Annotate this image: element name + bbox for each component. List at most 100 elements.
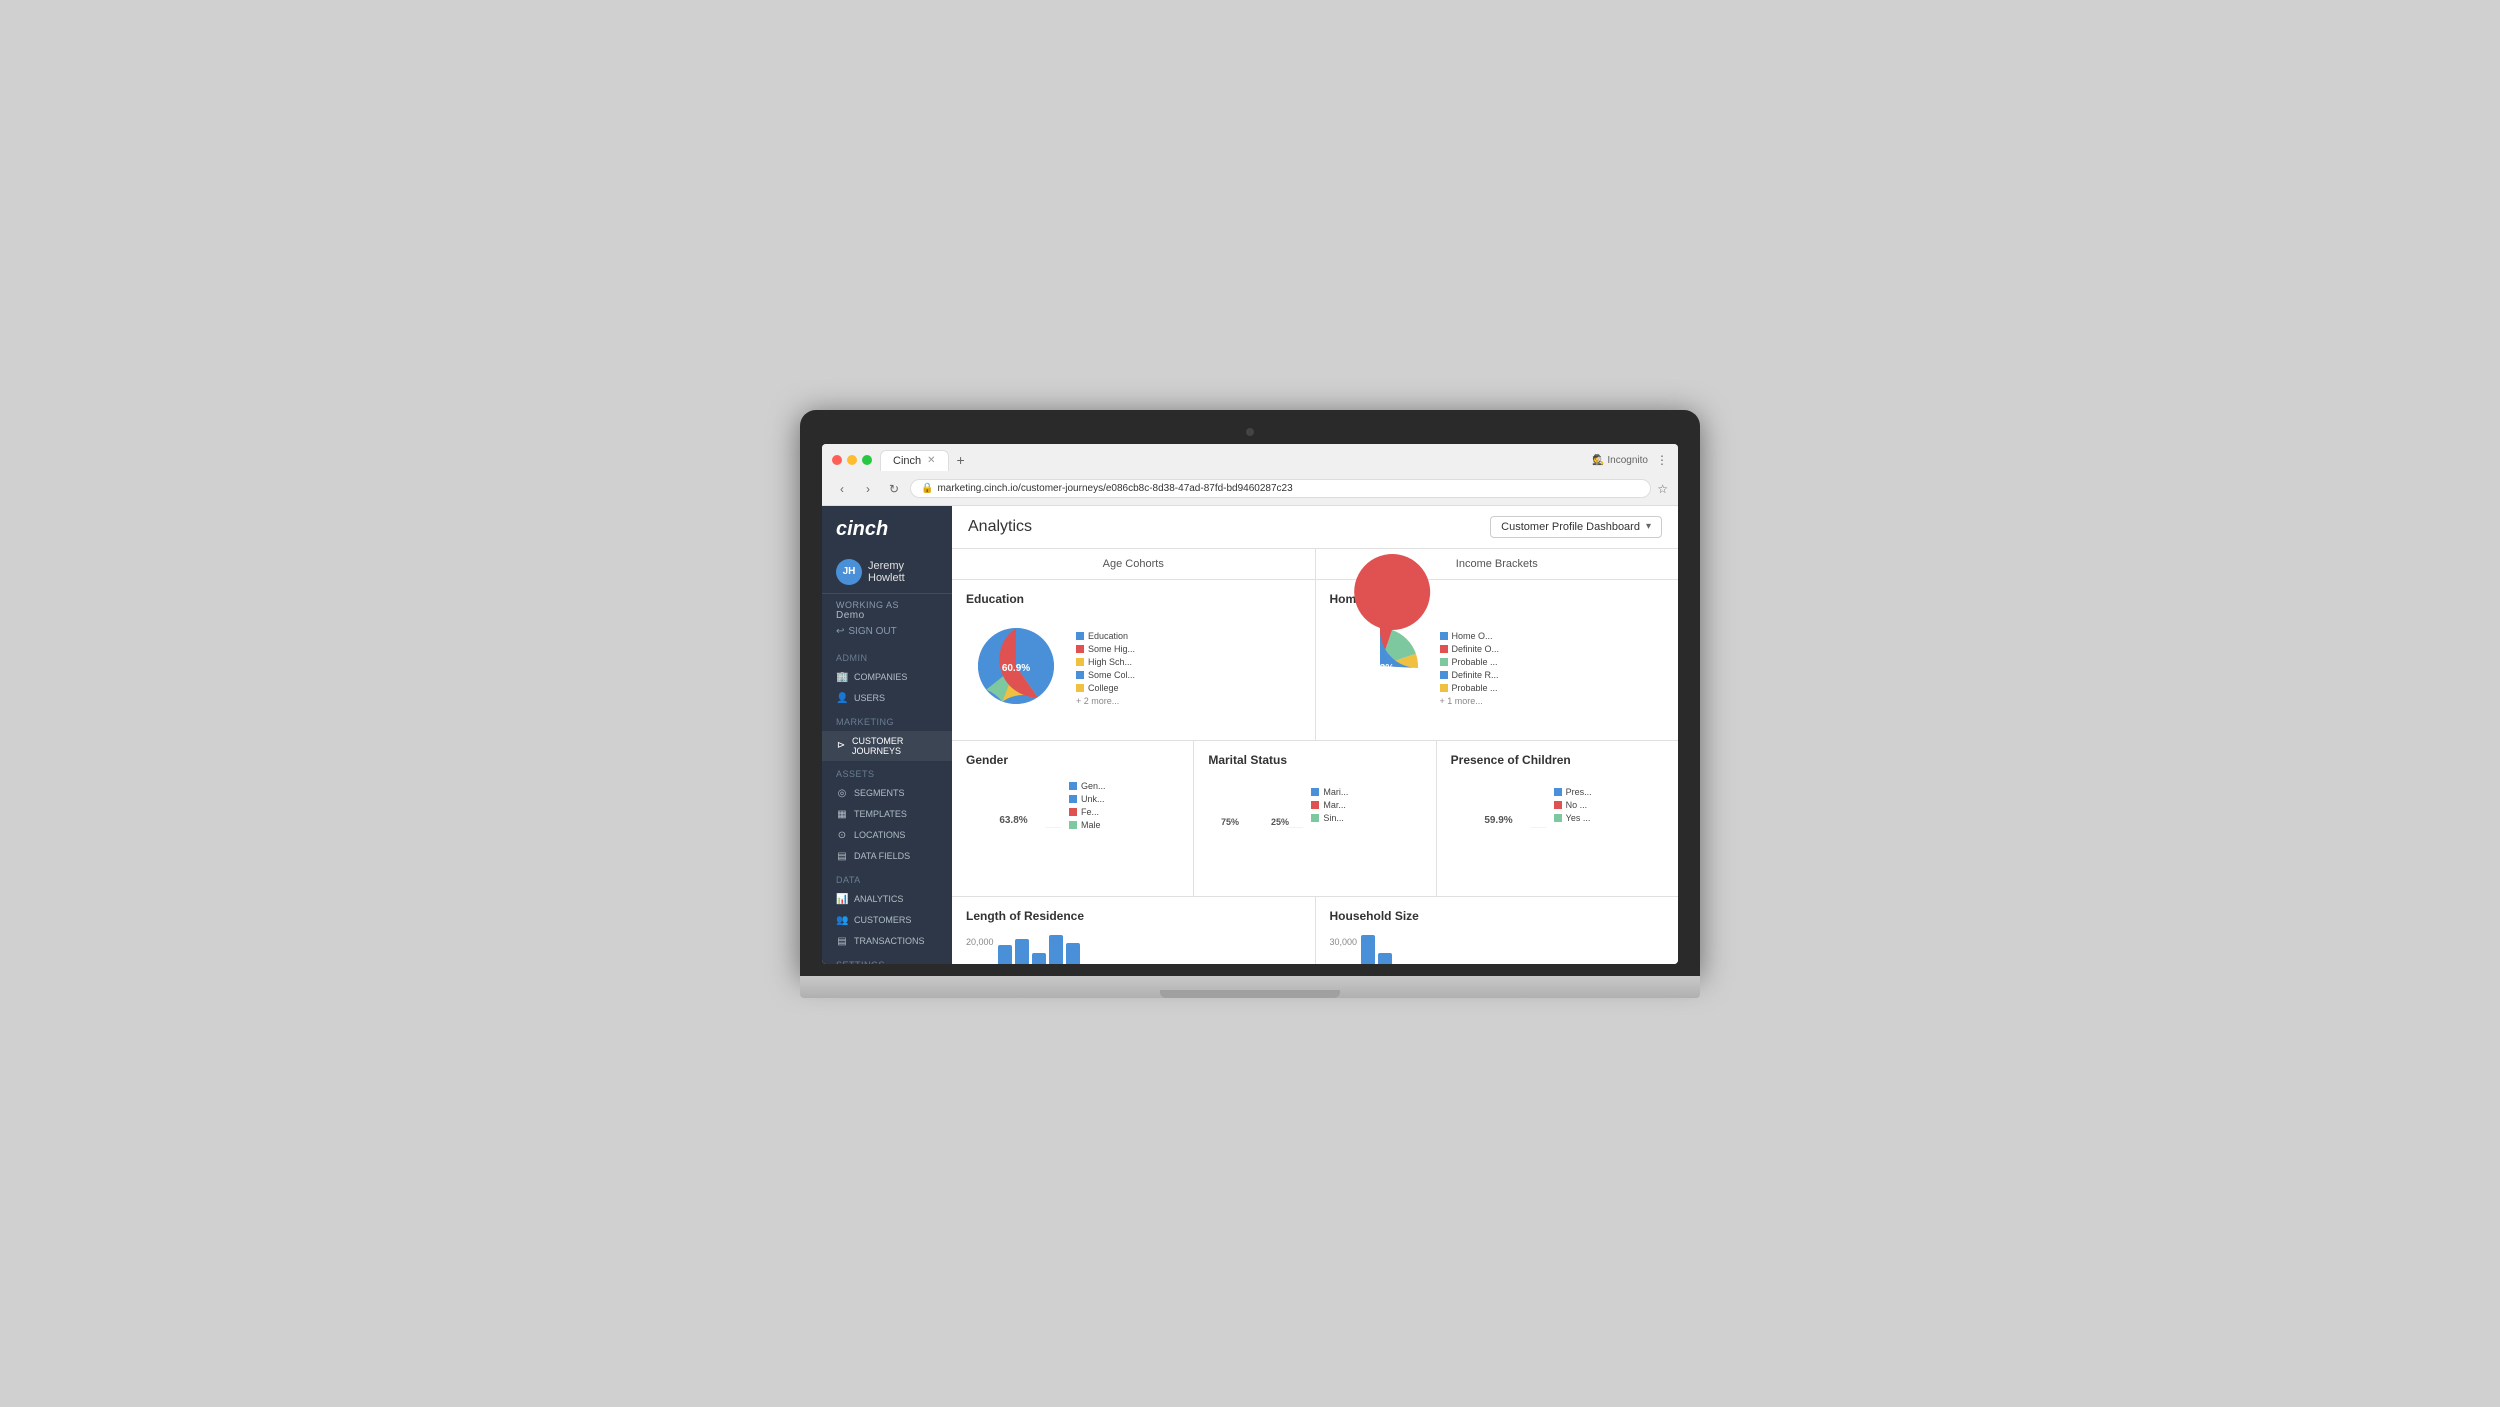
legend-label: Definite O... (1452, 644, 1500, 654)
browser-menu-button[interactable]: ⋮ (1656, 453, 1668, 467)
legend-item: Some Hig... (1076, 644, 1135, 654)
legend-color (1069, 808, 1077, 816)
demo-label: Demo (836, 610, 865, 621)
home-ownership-pie-svg: 82.3% (1330, 616, 1430, 716)
sidebar-item-analytics[interactable]: 📊 ANALYTICS (822, 889, 952, 910)
dashboard-selector[interactable]: Customer Profile Dashboard ▾ (1490, 516, 1662, 538)
legend-color (1440, 658, 1448, 666)
legend-item: Probable ... (1440, 683, 1500, 693)
legend-label: Fe... (1081, 807, 1099, 817)
sidebar-item-data-fields[interactable]: ▤ DATA FIELDS (822, 846, 952, 867)
legend-item: Male (1069, 820, 1106, 830)
bar-item (1032, 953, 1046, 964)
data-fields-icon: ▤ (836, 851, 848, 862)
legend-color (1076, 658, 1084, 666)
templates-label: TEMPLATES (854, 809, 907, 819)
minimize-button[interactable] (847, 455, 857, 465)
legend-label: Mar... (1323, 800, 1346, 810)
sidebar-item-customers[interactable]: 👥 CUSTOMERS (822, 910, 952, 931)
new-tab-button[interactable]: + (953, 452, 969, 468)
templates-icon: ▦ (836, 809, 848, 820)
sidebar-item-locations[interactable]: ⊙ LOCATIONS (822, 825, 952, 846)
bar-item (1378, 953, 1392, 964)
customer-journeys-icon: ⊳ (836, 740, 846, 751)
household-size-card: Household Size 30,000 (1316, 897, 1679, 964)
companies-label: COMPANIES (854, 672, 907, 682)
education-pie: 60.9% (966, 616, 1066, 721)
svg-text:63.8%: 63.8% (999, 815, 1027, 826)
refresh-button[interactable]: ↻ (884, 479, 904, 499)
legend-item: College (1076, 683, 1135, 693)
education-card: Education (952, 580, 1316, 740)
home-ownership-card: Home Ownership (1316, 580, 1679, 740)
bar-item (998, 945, 1012, 964)
maximize-button[interactable] (862, 455, 872, 465)
forward-button[interactable]: › (858, 479, 878, 499)
transactions-label: TRANSACTIONS (854, 936, 925, 946)
legend-label: Home O... (1452, 631, 1493, 641)
y-axis-label: 30,000 (1330, 937, 1358, 947)
legend-color (1554, 801, 1562, 809)
laptop-base (800, 976, 1700, 998)
app-logo: cinch (822, 506, 952, 551)
analytics-label: ANALYTICS (854, 894, 903, 904)
legend-label: Yes ... (1566, 813, 1591, 823)
sidebar-item-transactions[interactable]: ▤ TRANSACTIONS (822, 931, 952, 952)
avatar: JH (836, 559, 862, 585)
tab-title: Cinch (893, 455, 921, 467)
legend-item: Education (1076, 631, 1135, 641)
presence-gauge-svg: 59.9% (1451, 777, 1546, 832)
marital-status-title: Marital Status (1208, 753, 1421, 767)
segments-icon: ◎ (836, 788, 848, 799)
chevron-down-icon: ▾ (1646, 521, 1651, 532)
legend-item: No ... (1554, 800, 1592, 810)
lock-icon: 🔒 (921, 483, 933, 494)
sign-out-button[interactable]: ↩ SIGN OUT (822, 623, 952, 645)
education-pie-svg: 60.9% (966, 616, 1066, 716)
marital-chart-inner: 75% 25% Mari... (1208, 777, 1421, 837)
sidebar-item-templates[interactable]: ▦ TEMPLATES (822, 804, 952, 825)
tab-close-button[interactable]: ✕ (927, 455, 935, 466)
legend-label: Male (1081, 820, 1101, 830)
active-tab[interactable]: Cinch ✕ (880, 450, 949, 471)
length-residence-title: Length of Residence (966, 909, 1301, 923)
svg-text:75%: 75% (1221, 817, 1239, 827)
main-content: Analytics Customer Profile Dashboard ▾ A… (952, 506, 1678, 964)
bookmark-icon[interactable]: ☆ (1657, 482, 1668, 496)
legend-color (1440, 671, 1448, 679)
legend-item: Mar... (1311, 800, 1348, 810)
sidebar-item-companies[interactable]: 🏢 COMPANIES (822, 667, 952, 688)
legend-color (1076, 671, 1084, 679)
sidebar-item-customer-journeys[interactable]: ⊳ CUSTOMER JOURNEYS (822, 731, 952, 761)
section-assets: Assets (822, 761, 952, 783)
gender-card: Gender (952, 741, 1194, 896)
legend-color (1069, 821, 1077, 829)
sidebar-item-segments[interactable]: ◎ SEGMENTS (822, 783, 952, 804)
length-residence-chart: 20,000 (966, 933, 1301, 964)
legend-color (1069, 782, 1077, 790)
bars-container (998, 935, 1301, 964)
sidebar-item-users[interactable]: 👤 USERS (822, 688, 952, 709)
customer-journeys-label: CUSTOMER JOURNEYS (852, 736, 938, 756)
section-marketing: Marketing (822, 709, 952, 731)
bar-item (1049, 935, 1063, 964)
presence-children-title: Presence of Children (1451, 753, 1664, 767)
browser-top-bar: Cinch ✕ + 🕵 Incognito ⋮ (822, 444, 1678, 475)
svg-text:82.3%: 82.3% (1365, 663, 1393, 674)
back-button[interactable]: ‹ (832, 479, 852, 499)
close-button[interactable] (832, 455, 842, 465)
gender-chart-inner: 63.8% Gen... (966, 777, 1179, 837)
analytics-icon: 📊 (836, 894, 848, 905)
residence-household-row: Length of Residence 20,000 (952, 897, 1678, 964)
legend-item: Home O... (1440, 631, 1500, 641)
legend-item: Yes ... (1554, 813, 1592, 823)
legend-color (1076, 684, 1084, 692)
svg-text:60.9%: 60.9% (1002, 663, 1030, 674)
address-bar[interactable]: 🔒 marketing.cinch.io/customer-journeys/e… (910, 479, 1651, 498)
legend-item: Probable ... (1440, 657, 1500, 667)
legend-color (1311, 788, 1319, 796)
customers-label: CUSTOMERS (854, 915, 911, 925)
gender-gauge-svg: 63.8% (966, 777, 1061, 832)
home-ownership-pie: 82.3% (1330, 616, 1430, 721)
legend-label: Pres... (1566, 787, 1592, 797)
